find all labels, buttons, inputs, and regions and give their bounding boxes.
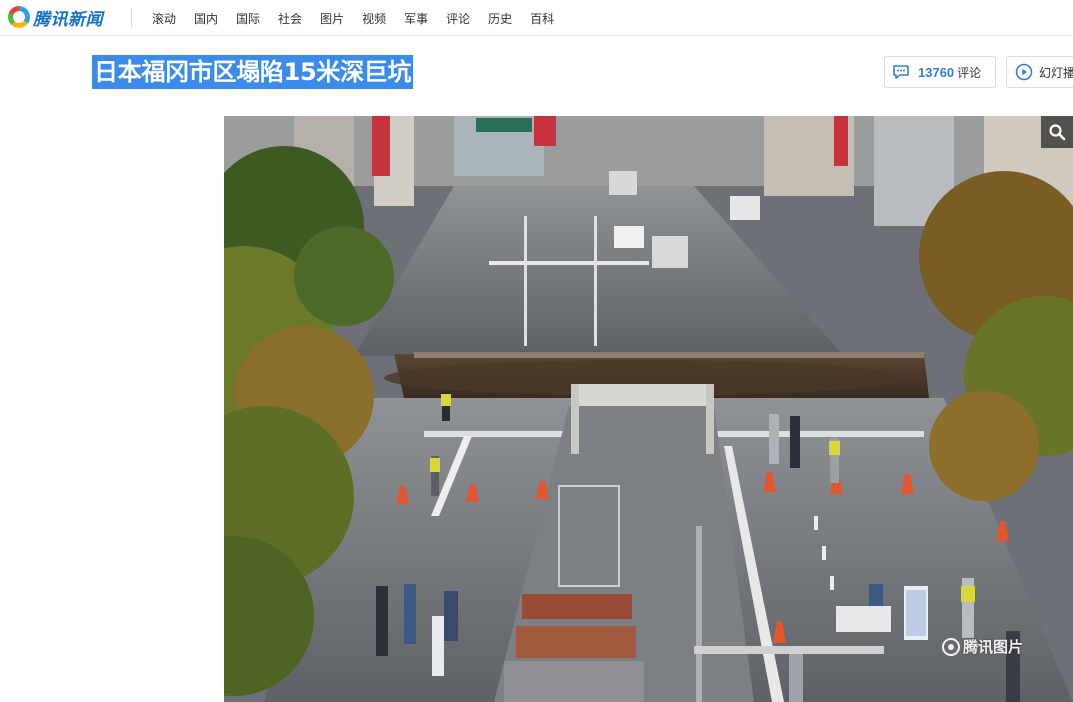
nav-item-video[interactable]: 视频 (362, 10, 386, 27)
comment-label: 评论 (957, 65, 982, 80)
tencent-photo-logo-icon (942, 637, 960, 656)
nav-item-military[interactable]: 军事 (404, 10, 428, 27)
article-photo[interactable]: 腾讯图片 (224, 116, 1073, 702)
nav-item-domestic[interactable]: 国内 (194, 10, 218, 27)
comment-count: 13760 (918, 64, 955, 80)
nav-item-commentary[interactable]: 评论 (446, 10, 470, 27)
top-navigation-bar: 腾讯新闻 滚动 国内 国际 社会 图片 视频 军事 评论 历史 百科 (0, 0, 1073, 36)
logo-text: 腾讯新闻 (33, 9, 103, 30)
nav-item-pictures[interactable]: 图片 (320, 10, 344, 27)
nav-item-history[interactable]: 历史 (488, 10, 512, 27)
play-circle-icon (1015, 63, 1033, 81)
nav-item-international[interactable]: 国际 (236, 10, 260, 27)
nav-item-society[interactable]: 社会 (278, 10, 302, 27)
nav-item-encyclopedia[interactable]: 百科 (530, 10, 554, 27)
site-logo[interactable]: 腾讯新闻 (8, 5, 103, 30)
headline-container: 日本福冈市区塌陷15米深巨坑 (92, 55, 414, 89)
photo-watermark: 腾讯图片 (942, 636, 1023, 657)
search-icon (1049, 124, 1066, 141)
nav-item-scroll[interactable]: 滚动 (152, 10, 176, 27)
tencent-news-logo-icon (8, 6, 30, 28)
comments-button[interactable]: 13760 评论 (884, 56, 996, 88)
nav-divider (131, 8, 132, 28)
channel-nav: 滚动 国内 国际 社会 图片 视频 军事 评论 历史 百科 (152, 0, 572, 36)
slideshow-button[interactable]: 幻灯播 (1006, 56, 1073, 88)
watermark-text: 腾讯图片 (963, 638, 1024, 656)
comment-icon (893, 65, 909, 79)
zoom-button[interactable] (1041, 116, 1073, 148)
slideshow-label: 幻灯播 (1039, 65, 1073, 80)
sinkhole-photo-illustration (224, 116, 1073, 702)
page-title: 日本福冈市区塌陷15米深巨坑 (92, 55, 414, 89)
